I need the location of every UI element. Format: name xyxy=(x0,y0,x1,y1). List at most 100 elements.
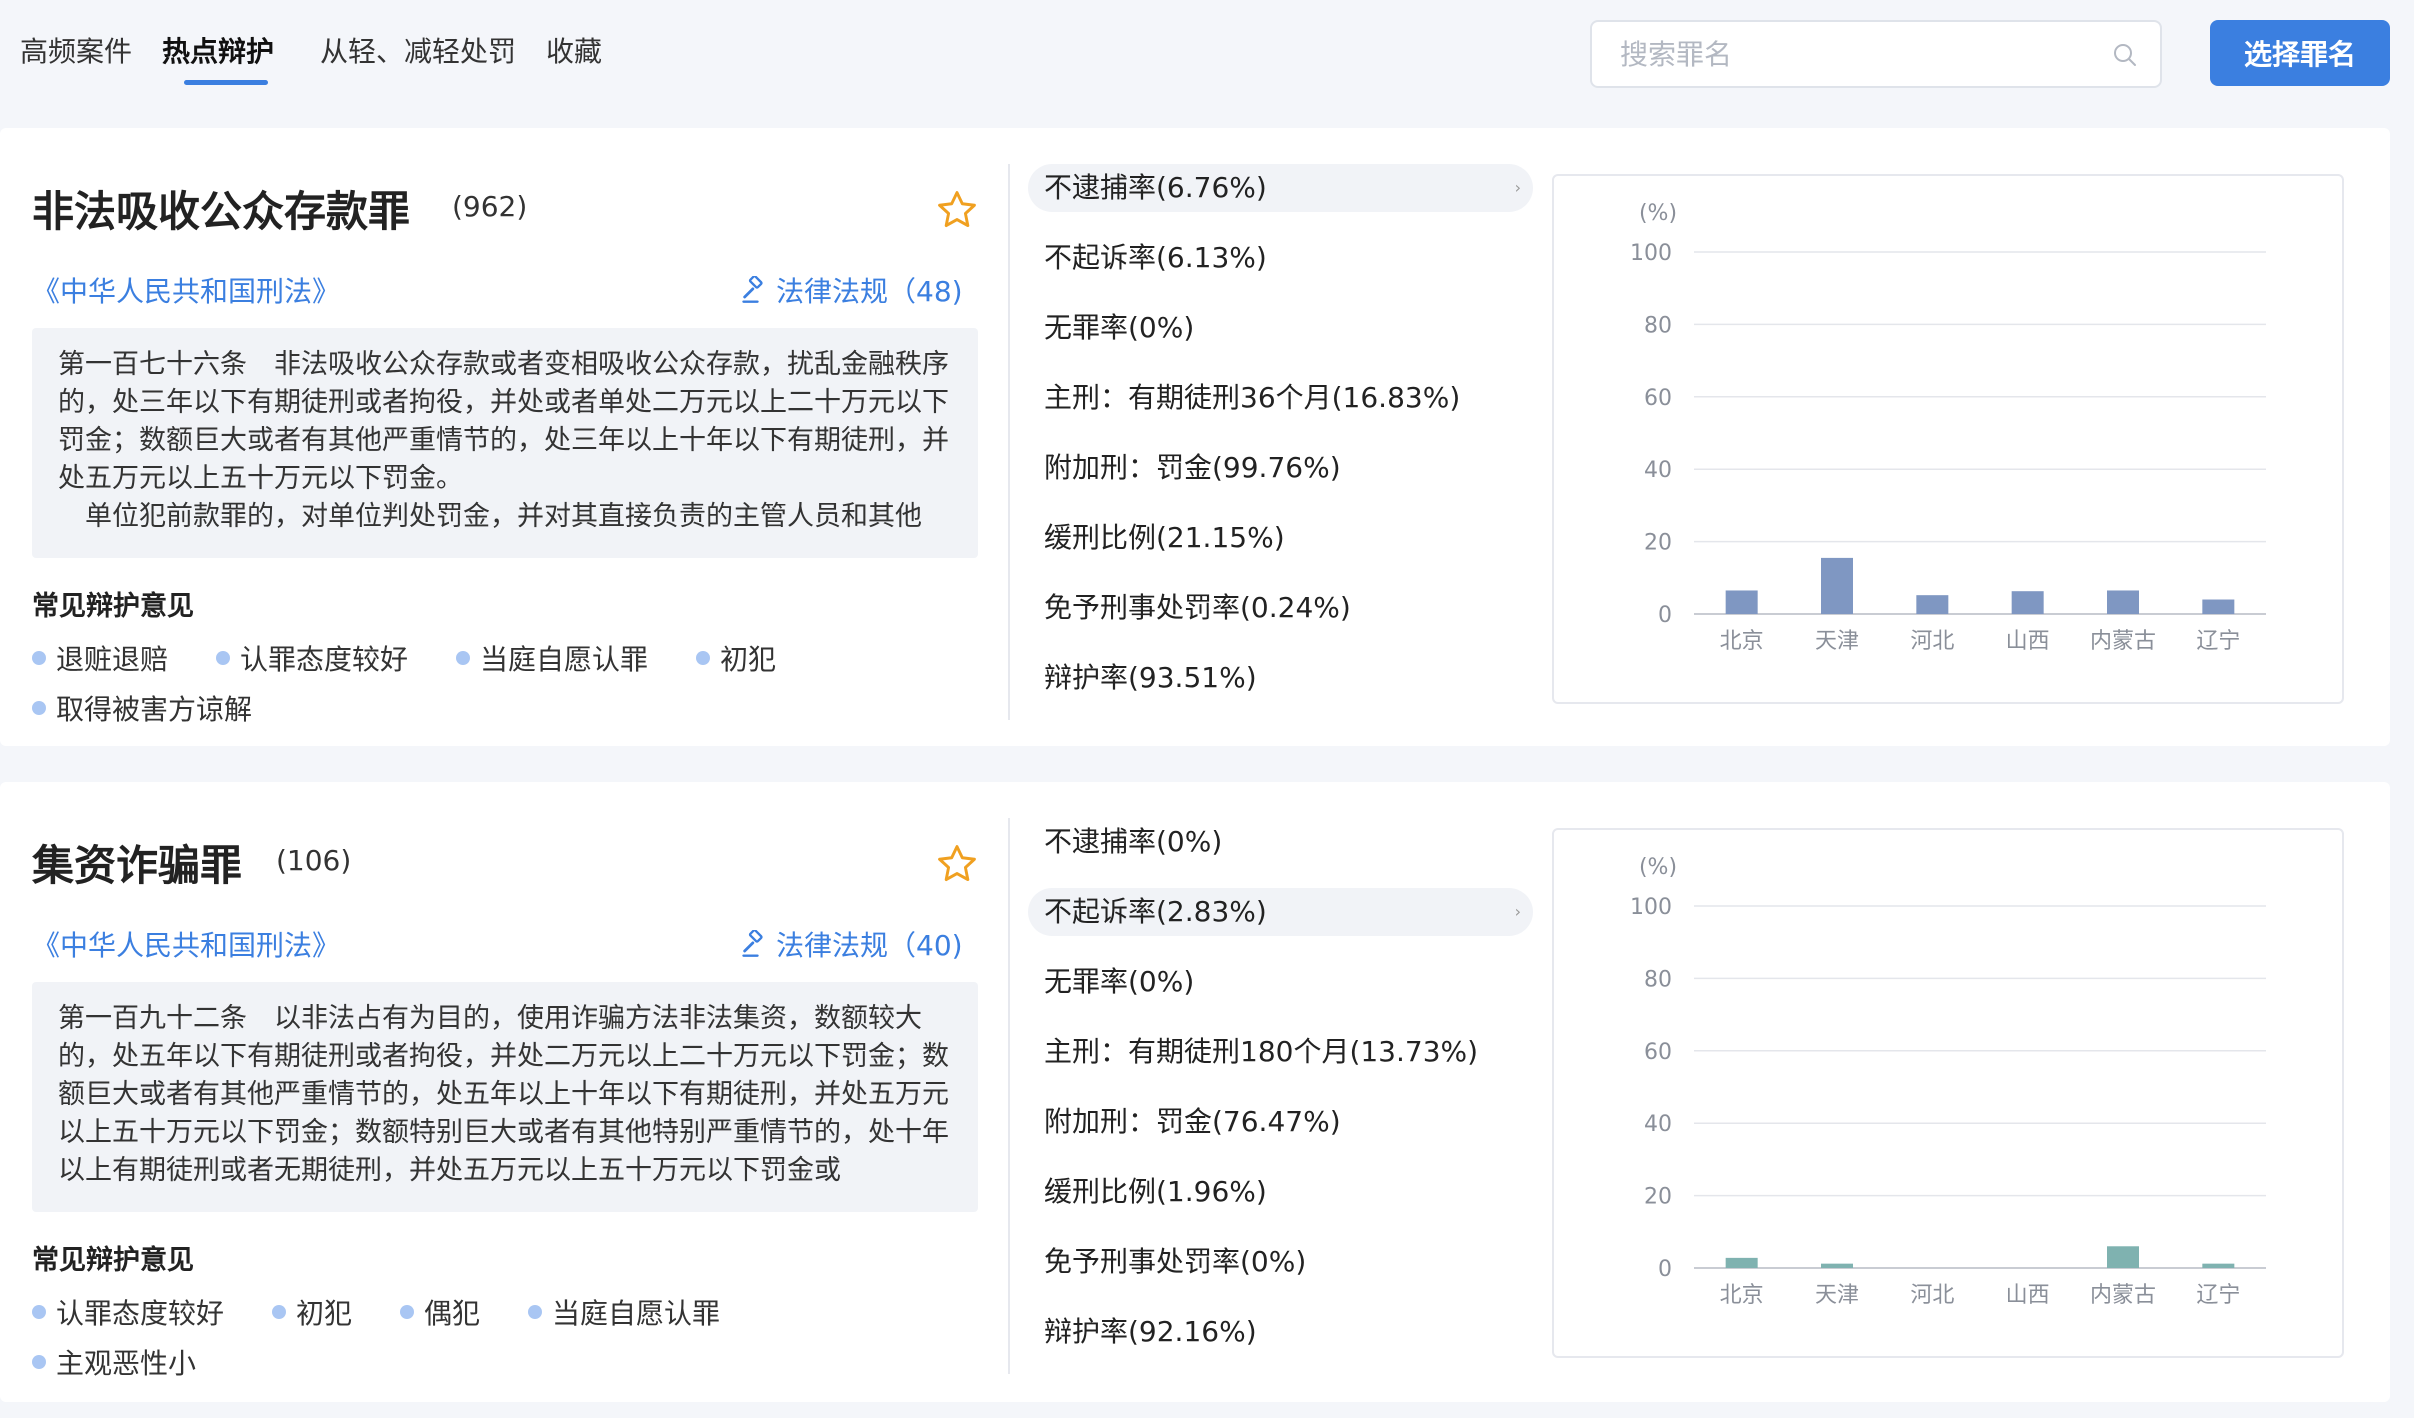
stat-label: 辩护率(92.16%) xyxy=(1044,1315,1257,1348)
opinion-item[interactable]: 取得被害方谅解 xyxy=(32,688,252,728)
chevron-right-icon: › xyxy=(1514,178,1521,197)
gavel-icon xyxy=(742,276,763,303)
stat-label: 无罪率(0%) xyxy=(1044,965,1195,998)
case-count: (962) xyxy=(452,190,528,223)
x-tick-label: 内蒙古 xyxy=(2090,629,2156,654)
bullet-dot xyxy=(528,1305,542,1319)
bullet-dot xyxy=(696,651,710,665)
y-tick-label: 60 xyxy=(1644,386,1672,411)
stat-item[interactable]: 附加刑：罚金(76.47%) xyxy=(1028,1098,1533,1146)
opinion-label: 取得被害方谅解 xyxy=(56,693,253,726)
tab-lenient-punishment[interactable]: 从轻、减轻处罚 xyxy=(320,30,516,70)
regulations-link[interactable]: 法律法规（48) xyxy=(740,270,963,310)
star-icon[interactable] xyxy=(935,188,979,232)
bullet-dot xyxy=(32,1305,46,1319)
x-tick-label: 天津 xyxy=(1815,1283,1859,1308)
y-axis-unit: (%) xyxy=(1639,855,1677,880)
y-tick-label: 100 xyxy=(1630,241,1672,266)
tab-high-frequency[interactable]: 高频案件 xyxy=(20,30,132,70)
bar[interactable] xyxy=(2202,1263,2235,1268)
opinion-item[interactable]: 认罪态度较好 xyxy=(216,638,408,678)
opinion-item[interactable]: 当庭自愿认罪 xyxy=(456,638,648,678)
crime-title[interactable]: 集资诈骗罪 xyxy=(32,832,242,893)
search-icon[interactable] xyxy=(2112,42,2138,68)
y-tick-label: 20 xyxy=(1644,1185,1672,1210)
bar[interactable] xyxy=(1916,595,1949,614)
stat-item[interactable]: 不起诉率(2.83%) › xyxy=(1028,888,1533,936)
regulations-link[interactable]: 法律法规（40) xyxy=(740,924,963,964)
opinion-item[interactable]: 退赃退赔 xyxy=(32,638,168,678)
crime-card: 非法吸收公众存款罪 (962) 《中华人民共和国刑法》 法律法规（48) 第一百… xyxy=(0,128,2390,746)
stat-item[interactable]: 主刑：有期徒刑180个月(13.73%) xyxy=(1028,1028,1533,1076)
stat-label: 主刑：有期徒刑180个月(13.73%) xyxy=(1044,1035,1479,1068)
stat-item[interactable]: 缓刑比例(21.15%) xyxy=(1028,514,1533,562)
bullet-dot xyxy=(32,701,46,715)
opinion-label: 当庭自愿认罪 xyxy=(552,1297,721,1330)
bar[interactable] xyxy=(1821,1263,1853,1268)
stat-item[interactable]: 免予刑事处罚率(0.24%) xyxy=(1028,584,1533,632)
x-tick-label: 山西 xyxy=(2006,629,2050,654)
x-tick-label: 内蒙古 xyxy=(2090,1283,2156,1308)
stat-item[interactable]: 不逮捕率(0%) xyxy=(1028,818,1533,866)
bar[interactable] xyxy=(2107,590,2139,614)
bar[interactable] xyxy=(1725,590,1758,614)
stat-item[interactable]: 无罪率(0%) xyxy=(1028,958,1533,1006)
opinion-item[interactable]: 偶犯 xyxy=(400,1292,480,1332)
star-icon[interactable] xyxy=(935,842,979,886)
bar[interactable] xyxy=(2202,599,2235,614)
select-crime-button[interactable]: 选择罪名 xyxy=(2210,20,2390,86)
stat-item[interactable]: 附加刑：罚金(99.76%) xyxy=(1028,444,1533,492)
bullet-dot xyxy=(32,651,46,665)
gavel-icon xyxy=(742,930,763,957)
criminal-law-link[interactable]: 《中华人民共和国刑法》 xyxy=(32,270,340,310)
opinion-label: 当庭自愿认罪 xyxy=(480,643,649,676)
stat-label: 免予刑事处罚率(0.24%) xyxy=(1044,591,1351,624)
stat-item[interactable]: 辩护率(93.51%) xyxy=(1028,654,1533,702)
bar[interactable] xyxy=(2107,1246,2139,1268)
x-tick-label: 北京 xyxy=(1720,629,1764,654)
stat-item[interactable]: 不起诉率(6.13%) xyxy=(1028,234,1533,282)
stat-item[interactable]: 主刑：有期徒刑36个月(16.83%) xyxy=(1028,374,1533,422)
stat-item[interactable]: 不逮捕率(6.76%) › xyxy=(1028,164,1533,212)
search-input[interactable] xyxy=(1620,22,2100,86)
opinion-heading: 常见辩护意见 xyxy=(32,591,194,622)
opinion-item[interactable]: 初犯 xyxy=(696,638,776,678)
x-tick-label: 辽宁 xyxy=(2196,629,2240,654)
opinion-label: 主观恶性小 xyxy=(56,1347,197,1380)
stat-item[interactable]: 辩护率(92.16%) xyxy=(1028,1308,1533,1356)
bar[interactable] xyxy=(2011,591,2044,614)
bar[interactable] xyxy=(1725,1257,1758,1268)
law-article-text: 第一百九十二条 以非法占有为目的，使用诈骗方法非法集资，数额较大的，处五年以下有… xyxy=(32,982,978,1212)
opinion-label: 认罪态度较好 xyxy=(56,1297,225,1330)
x-tick-label: 辽宁 xyxy=(2196,1283,2240,1308)
bullet-dot xyxy=(216,651,230,665)
stat-item[interactable]: 缓刑比例(1.96%) xyxy=(1028,1168,1533,1216)
bullet-dot xyxy=(32,1355,46,1369)
stat-label: 不起诉率(2.83%) xyxy=(1044,895,1267,928)
crime-title[interactable]: 非法吸收公众存款罪 xyxy=(32,178,410,239)
tab-hot-defense[interactable]: 热点辩护 xyxy=(162,30,274,70)
opinion-label: 初犯 xyxy=(296,1297,353,1330)
bar[interactable] xyxy=(1821,557,1853,614)
opinion-item[interactable]: 主观恶性小 xyxy=(32,1342,196,1382)
x-tick-label: 山西 xyxy=(2006,1283,2050,1308)
crime-card: 集资诈骗罪 (106) 《中华人民共和国刑法》 法律法规（40) 第一百九十二条… xyxy=(0,782,2390,1402)
tab-favorites[interactable]: 收藏 xyxy=(546,30,602,70)
stat-item[interactable]: 无罪率(0%) xyxy=(1028,304,1533,352)
stat-label: 无罪率(0%) xyxy=(1044,311,1195,344)
y-axis-unit: (%) xyxy=(1639,201,1677,226)
x-tick-label: 北京 xyxy=(1720,1283,1764,1308)
y-tick-label: 0 xyxy=(1658,603,1672,628)
stat-label: 缓刑比例(21.15%) xyxy=(1044,521,1285,554)
opinion-item[interactable]: 认罪态度较好 xyxy=(32,1292,224,1332)
opinion-heading: 常见辩护意见 xyxy=(32,1245,194,1276)
x-tick-label: 河北 xyxy=(1910,1283,1954,1308)
column-divider xyxy=(1008,164,1010,720)
y-tick-label: 60 xyxy=(1644,1040,1672,1065)
opinion-item[interactable]: 当庭自愿认罪 xyxy=(528,1292,720,1332)
chevron-right-icon: › xyxy=(1514,902,1521,921)
opinion-item[interactable]: 初犯 xyxy=(272,1292,352,1332)
criminal-law-link[interactable]: 《中华人民共和国刑法》 xyxy=(32,924,340,964)
bullet-dot xyxy=(456,651,470,665)
stat-item[interactable]: 免予刑事处罚率(0%) xyxy=(1028,1238,1533,1286)
